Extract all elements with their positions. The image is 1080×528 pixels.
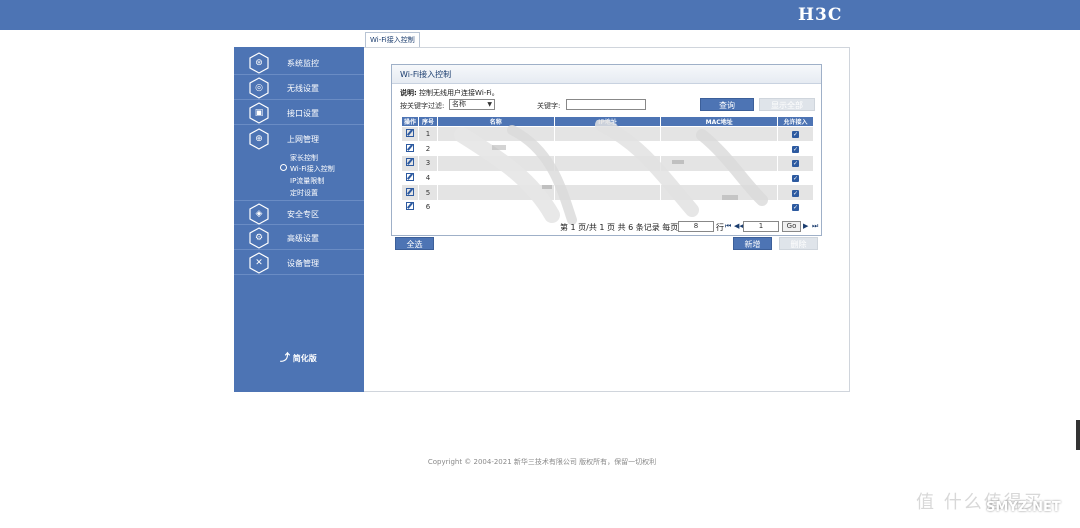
- h3c-logo: H3C: [798, 5, 843, 25]
- panel-title: Wi-Fi接入控制: [392, 65, 821, 84]
- first-page-icon[interactable]: ⏮: [725, 222, 731, 231]
- chevron-down-icon: ▼: [487, 101, 492, 108]
- simple-mode-link[interactable]: ⤴ 简化版: [280, 349, 317, 364]
- allow-checkbox[interactable]: ✓: [792, 204, 800, 212]
- sidebar-item-device-management[interactable]: ✕ 设备管理: [234, 250, 364, 275]
- allow-checkbox[interactable]: ✓: [792, 174, 800, 182]
- row-index: 4: [417, 170, 438, 186]
- allow-checkbox[interactable]: ✓: [792, 145, 800, 153]
- simple-mode-icon: ⤴: [280, 353, 290, 364]
- table-row: 4 ✓: [401, 170, 814, 186]
- row-index: 6: [417, 199, 438, 215]
- sidebar-item-label: 上网管理: [287, 135, 319, 144]
- add-button[interactable]: 新增: [733, 237, 772, 250]
- allow-checkbox[interactable]: ✓: [792, 189, 800, 197]
- rows-unit: 行: [716, 223, 724, 232]
- sidebar-item-system-monitor[interactable]: ⊛ 系统监控: [234, 50, 364, 75]
- table-row: 6 ✓: [401, 199, 814, 215]
- sidebar-item-label: 高级设置: [287, 234, 319, 243]
- sidebar-item-label: 无线设置: [287, 84, 319, 93]
- edit-icon[interactable]: [405, 143, 414, 152]
- keyword-label: 关键字:: [537, 102, 561, 110]
- edit-icon[interactable]: [405, 172, 414, 181]
- table-row: 1 ✓: [401, 126, 814, 142]
- sidebar: ⊛ 系统监控 ◎ 无线设置 ▣ 接口设置 ⊕ 上网管理 家长控制 Wi-Fi接入…: [234, 47, 364, 392]
- subitem-parental-control[interactable]: 家长控制: [290, 153, 318, 163]
- description-label: 说明:: [400, 89, 417, 97]
- sidebar-item-label: 接口设置: [287, 109, 319, 118]
- filter-select-value: 名称: [452, 100, 466, 108]
- sidebar-item-security[interactable]: ◈ 安全专区: [234, 200, 364, 225]
- edit-icon[interactable]: [405, 202, 414, 211]
- filter-label: 按关键字过滤:: [400, 102, 445, 110]
- edit-icon[interactable]: [405, 158, 414, 167]
- page-input[interactable]: 1: [743, 221, 779, 232]
- row-index: 5: [417, 185, 438, 200]
- row-index: 3: [417, 155, 438, 171]
- tab-wifi-access-control[interactable]: Wi-Fi接入控制: [365, 32, 420, 48]
- simple-mode-label: 简化版: [292, 354, 317, 363]
- subitem-schedule-settings[interactable]: 定时设置: [290, 188, 318, 198]
- wireless-icon: ◎: [248, 77, 270, 99]
- next-page-icon[interactable]: ▶: [803, 222, 808, 230]
- table-row: 5 ✓: [401, 185, 814, 200]
- sidebar-item-label: 安全专区: [287, 210, 319, 219]
- shield-icon: ◈: [248, 203, 270, 225]
- wifi-access-panel: Wi-Fi接入控制 说明: 控制无线用户连接Wi-Fi。 按关键字过滤: 名称 …: [391, 64, 822, 236]
- table-row: 2 ✓: [401, 141, 814, 156]
- description: 说明: 控制无线用户连接Wi-Fi。: [400, 88, 499, 98]
- sidebar-item-label: 系统监控: [287, 59, 319, 68]
- interface-icon: ▣: [248, 102, 270, 124]
- edit-icon[interactable]: [405, 129, 414, 138]
- allow-checkbox[interactable]: ✓: [792, 131, 800, 139]
- edit-icon[interactable]: [405, 187, 414, 196]
- access-table: 操作 序号 名称 IP地址 MAC地址 允许接入 1 ✓ 2 ✓ 3 ✓ 4 ✓…: [401, 116, 814, 215]
- subitem-wifi-access-control[interactable]: Wi-Fi接入控制: [290, 164, 335, 174]
- search-button[interactable]: 查询: [700, 98, 754, 111]
- sidebar-item-advanced[interactable]: ⚙ 高级设置: [234, 225, 364, 250]
- watermark-brand: SMYZ.NET: [986, 500, 1061, 515]
- selected-indicator-icon: [280, 164, 287, 171]
- column-header: 名称: [436, 116, 555, 127]
- footer-copyright: Copyright © 2004-2021 新华三技术有限公司 版权所有，保留一…: [427, 458, 657, 466]
- column-header: 操作: [401, 116, 419, 127]
- sidebar-item-interface[interactable]: ▣ 接口设置: [234, 100, 364, 125]
- scrollbar-edge[interactable]: [1076, 420, 1080, 450]
- column-header: MAC地址: [660, 116, 779, 127]
- keyword-input[interactable]: [566, 99, 646, 110]
- gear-icon: ⚙: [248, 227, 270, 249]
- filter-select[interactable]: 名称 ▼: [449, 99, 495, 110]
- select-all-button[interactable]: 全选: [395, 237, 434, 250]
- subitem-ip-traffic-limit[interactable]: IP流量限制: [290, 176, 324, 186]
- per-page-input[interactable]: 8: [678, 221, 714, 232]
- description-text: 控制无线用户连接Wi-Fi。: [419, 89, 499, 97]
- sidebar-item-wireless[interactable]: ◎ 无线设置: [234, 75, 364, 100]
- allow-checkbox[interactable]: ✓: [792, 160, 800, 168]
- show-all-button[interactable]: 显示全部: [759, 98, 815, 111]
- row-index: 1: [417, 126, 438, 142]
- column-header: 序号: [417, 116, 438, 127]
- monitor-icon: ⊛: [248, 52, 270, 74]
- last-page-icon[interactable]: ⏭: [812, 222, 818, 231]
- pager-text: 第 1 页/共 1 页 共 6 条记录 每页: [560, 223, 679, 232]
- globe-icon: ⊕: [248, 128, 270, 150]
- delete-button[interactable]: 删除: [779, 237, 818, 250]
- column-header: 允许接入: [777, 116, 814, 127]
- go-button[interactable]: Go: [782, 221, 801, 232]
- top-bar: H3C: [0, 0, 1080, 30]
- tools-icon: ✕: [248, 252, 270, 274]
- sidebar-item-internet-management[interactable]: ⊕ 上网管理: [234, 126, 364, 151]
- row-index: 2: [417, 141, 438, 156]
- column-header: IP地址: [553, 116, 662, 127]
- sidebar-item-label: 设备管理: [287, 259, 319, 268]
- table-row: 3 ✓: [401, 155, 814, 171]
